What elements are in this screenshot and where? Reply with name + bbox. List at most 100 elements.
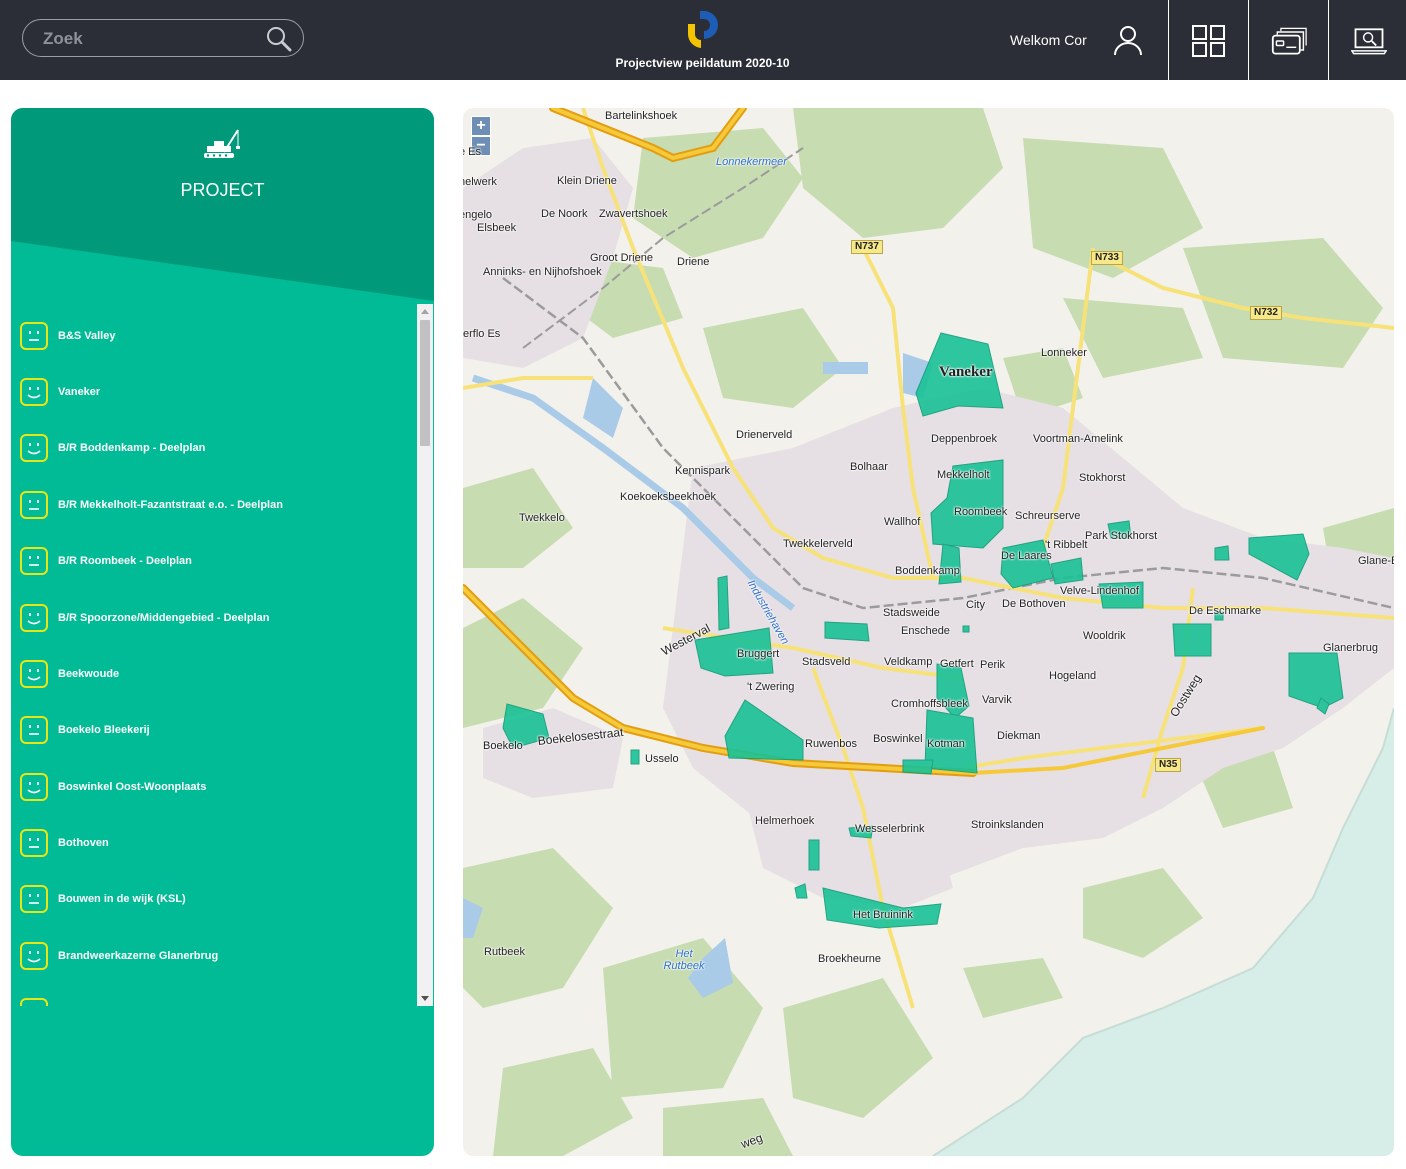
scroll-down-arrow-icon[interactable]: [421, 996, 429, 1001]
road-number-shield: N737: [851, 240, 883, 254]
scroll-thumb[interactable]: [420, 320, 430, 446]
map-water-label: Lonnekermeer: [716, 156, 787, 168]
map-place-label: erflo Es: [463, 328, 501, 340]
happy-face-icon: [20, 773, 48, 801]
map-place-label: Wesselerbrink: [855, 823, 925, 835]
map-place-label: Boswinkel: [873, 733, 923, 745]
map-place-label: helwerk: [463, 176, 497, 188]
map-place-label: Diekman: [997, 730, 1041, 742]
map-place-label: Wooldrik: [1083, 630, 1126, 642]
project-list-item[interactable]: Boswinkel Oost-Woonplaats: [11, 773, 417, 829]
project-list-item[interactable]: B/R Roombeek - Deelplan: [11, 547, 417, 603]
project-list-item[interactable]: Vaneker: [11, 378, 417, 434]
map-place-label: Voortman-Amelink: [1033, 433, 1123, 445]
map-place-label: Ruwenbos: [805, 738, 857, 750]
happy-face-icon: [20, 604, 48, 632]
project-list-item[interactable]: B/R Mekkelholt-Fazantstraat e.o. - Deelp…: [11, 491, 417, 547]
map-place-label: Drienerveld: [736, 429, 793, 441]
map-place-label: Roombeek: [954, 506, 1008, 518]
neutral-face-icon: [20, 998, 48, 1006]
map-place-label: Anninks- en Nijhofshoek: [483, 266, 602, 278]
map-place-label: Velve-Lindenhof: [1060, 585, 1139, 597]
map-place-label: 't Zwering: [747, 681, 795, 693]
map-place-label: Bartelinkshoek: [605, 110, 678, 122]
map-place-label: Enschede: [901, 625, 950, 637]
search-icon[interactable]: [265, 25, 293, 53]
laptop-search-button[interactable]: [1328, 0, 1406, 80]
map-place-label: De Noork: [541, 208, 588, 220]
project-list-item[interactable]: Bothoven: [11, 829, 417, 885]
map-place-label: Bolhaar: [850, 461, 888, 473]
map-place-label: Kennispark: [675, 465, 731, 477]
top-bar: Projectview peildatum 2020-10 Welkom Cor: [0, 0, 1406, 80]
crane-icon: [204, 129, 240, 158]
map-place-label: Groot Driene: [590, 252, 653, 264]
scroll-up-arrow-icon[interactable]: [421, 309, 429, 314]
project-list-item-partial[interactable]: [11, 998, 417, 1006]
project-list-item-label: B/R Boddenkamp - Deelplan: [58, 442, 206, 454]
logo[interactable]: [684, 8, 720, 50]
user-icon[interactable]: [1112, 24, 1144, 56]
list-scrollbar[interactable]: [417, 304, 433, 1006]
project-area-label[interactable]: Vaneker: [939, 364, 993, 381]
map-place-label: Cromhoffsbleek: [891, 698, 968, 710]
project-list-item[interactable]: Beekwoude: [11, 660, 417, 716]
happy-face-icon: [20, 378, 48, 406]
project-list-item[interactable]: B/R Boddenkamp - Deelplan: [11, 434, 417, 490]
map-water-label: Het Rutbeek: [663, 948, 705, 972]
map-place-label: De Eschmarke: [1189, 605, 1262, 617]
neutral-face-icon: [20, 829, 48, 857]
project-list-item[interactable]: Bouwen in de wijk (KSL): [11, 885, 417, 941]
project-list-item[interactable]: Brandweerkazerne Glanerbrug: [11, 942, 417, 998]
map-place-label: Park Stokhorst: [1085, 530, 1158, 542]
map-place-label: Broekheurne: [818, 953, 881, 965]
map-place-label: Deppenbroek: [931, 433, 998, 445]
map-place-label: Stokhorst: [1079, 472, 1126, 484]
map-place-label: Helmerhoek: [755, 815, 815, 827]
map-place-label: Zwavertshoek: [599, 208, 668, 220]
neutral-face-icon: [20, 885, 48, 913]
neutral-face-icon: [20, 547, 48, 575]
happy-face-icon: [20, 660, 48, 688]
dashboard-button[interactable]: [1168, 0, 1248, 80]
cards-button[interactable]: [1248, 0, 1328, 80]
panel-title: PROJECT: [180, 180, 265, 200]
zoom-in-button[interactable]: +: [471, 116, 491, 136]
map-place-label: City: [966, 599, 985, 611]
project-list-item-label: B/R Spoorzone/Middengebied - Deelplan: [58, 612, 270, 624]
map-place-label: Getfert: [940, 658, 974, 670]
neutral-face-icon: [20, 716, 48, 744]
map-place-label: Glane-B: [1358, 555, 1394, 567]
road-number-shield: N732: [1250, 306, 1282, 320]
project-list-item[interactable]: B&S Valley: [11, 322, 417, 378]
project-list-item[interactable]: B/R Spoorzone/Middengebied - Deelplan: [11, 604, 417, 660]
project-list-item-label: Boswinkel Oost-Woonplaats: [58, 781, 207, 793]
project-list-item-label: Bouwen in de wijk (KSL): [58, 893, 186, 905]
dashboard-grid-icon: [1192, 25, 1225, 57]
app-subtitle: Projectview peildatum 2020-10: [615, 56, 790, 70]
map-place-label: Koekoeksbeekhoek: [620, 491, 717, 503]
road-number-shield: N35: [1155, 758, 1182, 772]
happy-face-icon: [20, 434, 48, 462]
search-box[interactable]: [22, 19, 304, 57]
map-place-label: Boddenkamp: [895, 565, 960, 577]
cards-icon: [1271, 27, 1307, 55]
happy-face-icon: [20, 942, 48, 970]
project-list-item-label: Beekwoude: [58, 668, 120, 680]
map-place-label: Stroinkslanden: [971, 819, 1044, 831]
map-place-label: Stadsveld: [802, 656, 851, 668]
map-place-label: Perik: [980, 659, 1006, 671]
map-place-label: Elsbeek: [477, 222, 517, 234]
project-list-item[interactable]: Boekelo Bleekerij: [11, 716, 417, 772]
search-input[interactable]: [41, 27, 265, 51]
map-view[interactable]: + − Bartelinkshoek Klein Driene De Noork Zw…: [463, 108, 1394, 1156]
map-place-label: Varvik: [982, 694, 1012, 706]
map-place-label: De Laares: [1001, 550, 1052, 562]
project-list-item-label: Bothoven: [58, 837, 109, 849]
map-place-label: Hogeland: [1049, 670, 1097, 682]
project-list-item-label: Boekelo Bleekerij: [58, 724, 150, 736]
map-place-label: Wallhof: [884, 516, 921, 528]
project-list-item-label: Brandweerkazerne Glanerbrug: [58, 950, 219, 962]
project-list[interactable]: B&S Valley Vaneker B/R Boddenkamp - Deelpl…: [11, 304, 417, 1006]
project-panel: PROJECT B&S Valley Vaneker B/R Boddenkamp …: [11, 108, 434, 1156]
